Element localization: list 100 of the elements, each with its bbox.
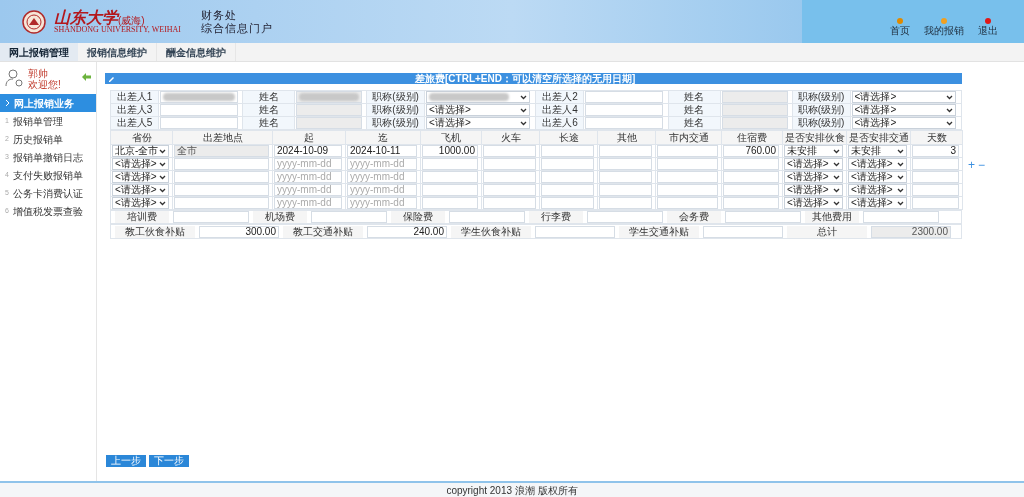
input-field[interactable]: 760.00 xyxy=(723,145,779,157)
input-field[interactable] xyxy=(703,225,783,238)
input-field[interactable] xyxy=(449,211,525,223)
input-field[interactable] xyxy=(174,171,269,183)
input-field[interactable] xyxy=(657,184,718,196)
input-field[interactable] xyxy=(160,117,238,129)
input-field[interactable] xyxy=(599,171,652,183)
input-field[interactable] xyxy=(585,117,664,129)
dropdown[interactable]: 未安排 xyxy=(784,145,843,157)
input-field[interactable] xyxy=(483,171,536,183)
input-field[interactable] xyxy=(863,211,939,223)
input-field[interactable] xyxy=(585,104,664,116)
input-field[interactable]: 240.00 xyxy=(367,225,447,238)
column-header: 火车 xyxy=(481,130,540,145)
input-field[interactable] xyxy=(721,91,788,103)
input-field[interactable] xyxy=(723,184,779,196)
brand-english: SHANDONG UNIVERSITY, WEIHAI xyxy=(54,25,182,34)
input-field[interactable] xyxy=(723,158,779,170)
input-field[interactable] xyxy=(422,184,478,196)
input-field[interactable] xyxy=(422,158,478,170)
input-field[interactable] xyxy=(483,158,536,170)
input-field[interactable] xyxy=(541,145,594,157)
column-header: 住宿费 xyxy=(721,130,783,145)
dropdown[interactable]: <请选择> xyxy=(848,158,907,170)
input-field[interactable] xyxy=(721,117,788,129)
input-field[interactable] xyxy=(174,184,269,196)
panel-title: 差旅费[CTRL+END：可以清空所选择的无用日期] xyxy=(415,72,636,86)
back-arrow-icon[interactable] xyxy=(82,73,91,81)
input-field[interactable] xyxy=(657,145,718,157)
input-field[interactable] xyxy=(541,158,594,170)
tab[interactable]: 报销信息维护 xyxy=(78,43,157,61)
input-field[interactable] xyxy=(585,91,664,103)
dropdown[interactable]: <请选择> xyxy=(784,158,843,170)
remove-row-button[interactable]: − xyxy=(978,90,986,239)
dropdown[interactable]: <请选择> xyxy=(426,104,531,116)
fee-label: 保险费 xyxy=(391,211,445,223)
dropdown[interactable]: <请选择> xyxy=(851,104,956,116)
header-link[interactable]: 我的报销 xyxy=(924,18,964,36)
input-field[interactable] xyxy=(657,171,718,183)
input-field[interactable] xyxy=(541,197,594,209)
dropdown[interactable]: <请选择> xyxy=(784,184,843,196)
dropdown[interactable]: <请选择> xyxy=(848,197,907,209)
dropdown[interactable]: <请选择> xyxy=(851,91,956,103)
input-field[interactable] xyxy=(912,171,959,183)
input-field[interactable] xyxy=(912,158,959,170)
dropdown[interactable]: 未安排 xyxy=(848,145,907,157)
input-field[interactable] xyxy=(657,197,718,209)
input-field[interactable] xyxy=(483,197,536,209)
input-field[interactable] xyxy=(541,184,594,196)
input-field[interactable] xyxy=(541,171,594,183)
dropdown[interactable]: <请选择> xyxy=(848,171,907,183)
input-field[interactable] xyxy=(173,211,249,223)
input-field[interactable]: 300.00 xyxy=(199,225,279,238)
dropdown[interactable]: <请选择> xyxy=(112,184,169,196)
input-field[interactable] xyxy=(599,158,652,170)
input-field[interactable] xyxy=(599,197,652,209)
dropdown[interactable]: <请选择> xyxy=(426,117,531,129)
copyright-text: copyright 2013 浪潮 版权所有 xyxy=(446,483,578,497)
header-link[interactable]: 首页 xyxy=(890,18,910,36)
input-field[interactable] xyxy=(599,145,652,157)
input-field[interactable] xyxy=(296,117,363,129)
input-field[interactable] xyxy=(483,145,536,157)
input-field[interactable] xyxy=(721,104,788,116)
input-field[interactable]: 2024-10-11 xyxy=(347,145,417,157)
step-button[interactable]: 下一步 xyxy=(149,455,189,467)
input-field[interactable] xyxy=(160,104,238,116)
name-label: 姓名 xyxy=(668,90,721,104)
input-field[interactable] xyxy=(912,184,959,196)
dropdown[interactable]: <请选择> xyxy=(784,171,843,183)
step-button[interactable]: 上一步 xyxy=(106,455,146,467)
input-field[interactable] xyxy=(599,184,652,196)
input-field[interactable] xyxy=(422,171,478,183)
input-field[interactable] xyxy=(657,158,718,170)
input-field[interactable] xyxy=(723,197,779,209)
dropdown[interactable]: <请选择> xyxy=(784,197,843,209)
dropdown[interactable]: <请选择> xyxy=(112,171,169,183)
input-field[interactable] xyxy=(725,211,801,223)
tab[interactable]: 网上报销管理 xyxy=(0,43,78,61)
input-field[interactable] xyxy=(912,197,959,209)
input-field[interactable] xyxy=(174,158,269,170)
dropdown[interactable]: 北京-全市 xyxy=(112,145,169,157)
traveler-label: 出差人1 xyxy=(110,90,159,104)
dropdown[interactable]: <请选择> xyxy=(851,117,956,129)
input-field[interactable] xyxy=(174,197,269,209)
input-field[interactable] xyxy=(723,171,779,183)
input-field[interactable]: 3 xyxy=(912,145,959,157)
input-field[interactable] xyxy=(311,211,387,223)
dropdown[interactable] xyxy=(426,91,531,103)
input-field[interactable]: 1000.00 xyxy=(422,145,478,157)
dropdown[interactable]: <请选择> xyxy=(112,158,169,170)
input-field[interactable] xyxy=(587,211,663,223)
dropdown[interactable]: <请选择> xyxy=(112,197,169,209)
input-field[interactable]: 2024-10-09 xyxy=(274,145,342,157)
header-link[interactable]: 退出 xyxy=(978,18,998,36)
dropdown[interactable]: <请选择> xyxy=(848,184,907,196)
input-field[interactable] xyxy=(483,184,536,196)
tab[interactable]: 酬金信息维护 xyxy=(157,43,236,61)
input-field[interactable] xyxy=(535,225,615,238)
input-field[interactable] xyxy=(296,104,363,116)
input-field[interactable] xyxy=(422,197,478,209)
